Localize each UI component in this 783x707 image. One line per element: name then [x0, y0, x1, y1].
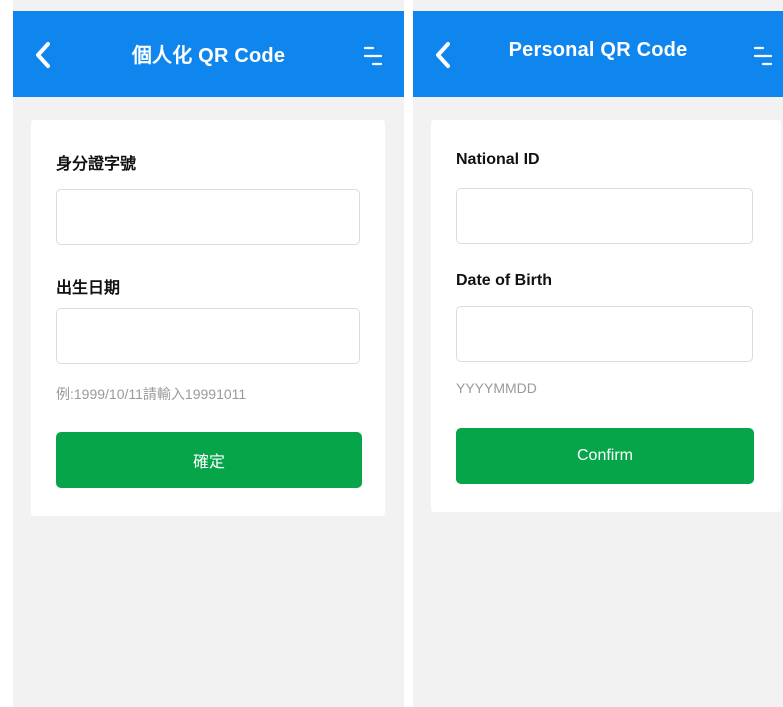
menu-button[interactable]: [359, 39, 387, 73]
national-id-input[interactable]: [56, 189, 360, 245]
dob-label: Date of Birth: [456, 272, 552, 289]
menu-icon: [363, 46, 383, 66]
confirm-button[interactable]: Confirm: [456, 428, 754, 484]
national-id-label: National ID: [456, 151, 540, 168]
app-header: Personal QR Code: [413, 11, 783, 97]
dob-input[interactable]: [56, 308, 360, 364]
confirm-button[interactable]: 確定: [56, 432, 362, 488]
page-title: Personal QR Code: [508, 39, 688, 61]
form-card: 身分證字號 出生日期 例:1999/10/11請輸入19991011 確定: [31, 120, 385, 516]
dob-label: 出生日期: [56, 280, 121, 297]
national-id-label: 身分證字號: [56, 156, 137, 173]
screens-container: 個人化 QR Code 身分證字號 出生日期 例:1999/10/11請輸入19…: [0, 0, 783, 707]
screen-chinese: 個人化 QR Code 身分證字號 出生日期 例:1999/10/11請輸入19…: [13, 0, 404, 707]
national-id-input[interactable]: [456, 188, 753, 244]
dob-hint: YYYYMMDD: [456, 380, 537, 396]
page-title: 個人化 QR Code: [131, 45, 286, 67]
form-card: National ID Date of Birth YYYYMMDD Confi…: [431, 120, 781, 512]
dob-hint: 例:1999/10/11請輸入19991011: [56, 386, 247, 402]
dob-input[interactable]: [456, 306, 753, 362]
menu-icon: [753, 46, 773, 66]
screen-english: Personal QR Code National ID Date of Bir…: [413, 0, 783, 707]
app-header: 個人化 QR Code: [13, 11, 404, 97]
menu-button[interactable]: [749, 39, 777, 73]
